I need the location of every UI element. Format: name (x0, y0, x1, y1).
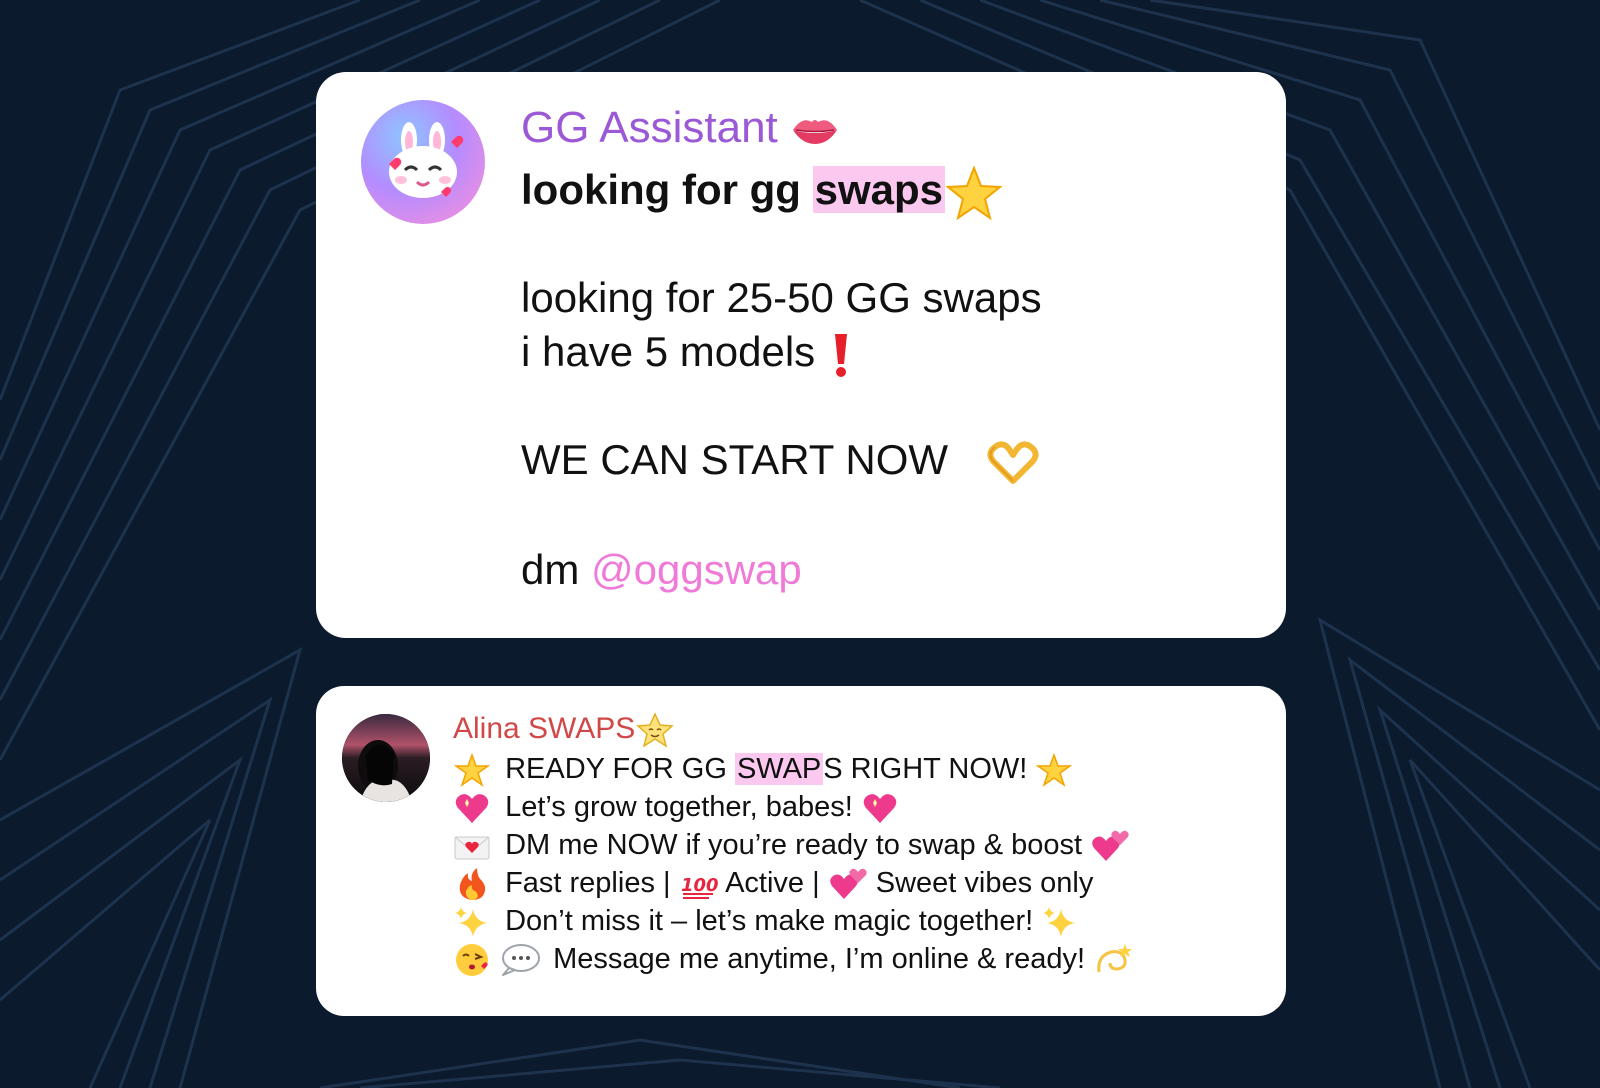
star-face-icon (636, 712, 675, 748)
message-card-alina-swaps: Alina SWAPS READY FOR GG SWAPS RIGHT NOW… (316, 686, 1286, 1016)
svg-text:100: 100 (681, 875, 719, 896)
bunny-face-icon (389, 122, 464, 198)
kiss-lips-icon (793, 120, 837, 145)
message-line: Message me anytime, I’m online & ready! (453, 940, 1133, 978)
glowing-star-icon (1036, 753, 1073, 788)
two-hearts-icon (1092, 831, 1129, 862)
sparkling-heart-icon (455, 794, 489, 824)
kissing-face-icon (456, 944, 488, 977)
profile-photo-avatar[interactable] (342, 714, 430, 802)
sender-name[interactable]: Alina SWAPS (453, 710, 675, 748)
sender-name[interactable]: GG Assistant (521, 100, 840, 156)
bunny-avatar[interactable] (361, 100, 485, 224)
two-hearts-icon (829, 869, 867, 900)
fire-icon (459, 868, 486, 901)
message-line: dm @oggswap (521, 546, 802, 593)
message-line: READY FOR GG SWAPS RIGHT NOW! (453, 750, 1073, 788)
message-line: DM me NOW if you’re ready to swap & boos… (453, 826, 1130, 864)
glowing-star-icon (453, 753, 491, 788)
message-line: i have 5 models (521, 324, 855, 380)
heart-hands-icon (987, 441, 1039, 484)
message-line: Fast replies | 100 Active | Sweet vibes … (453, 864, 1093, 902)
speech-bubble-icon (502, 944, 541, 977)
search-highlight: SWAP (734, 753, 824, 785)
love-letter-icon (454, 836, 490, 860)
dizzy-icon (1097, 944, 1133, 973)
sparkles-icon (455, 907, 487, 938)
red-exclamation-icon (834, 333, 847, 377)
sparkles-icon (1043, 907, 1076, 938)
search-highlight: swaps (812, 166, 946, 213)
message-line: Let’s grow together, babes! (453, 788, 899, 826)
message-title: looking for gg swaps (521, 162, 1003, 221)
message-line: WE CAN START NOW (521, 432, 1041, 488)
sparkling-heart-icon (863, 794, 897, 824)
message-line: looking for 25-50 GG swaps (521, 274, 1042, 321)
user-photo-icon (342, 714, 430, 802)
message-card-gg-assistant: GG Assistant looking for gg swaps lookin… (316, 72, 1286, 638)
mention-link[interactable]: @oggswap (591, 546, 802, 593)
message-line: Don’t miss it – let’s make magic togethe… (453, 902, 1079, 940)
hundred-points-icon: 100 (681, 875, 719, 900)
star-icon (945, 165, 1003, 221)
